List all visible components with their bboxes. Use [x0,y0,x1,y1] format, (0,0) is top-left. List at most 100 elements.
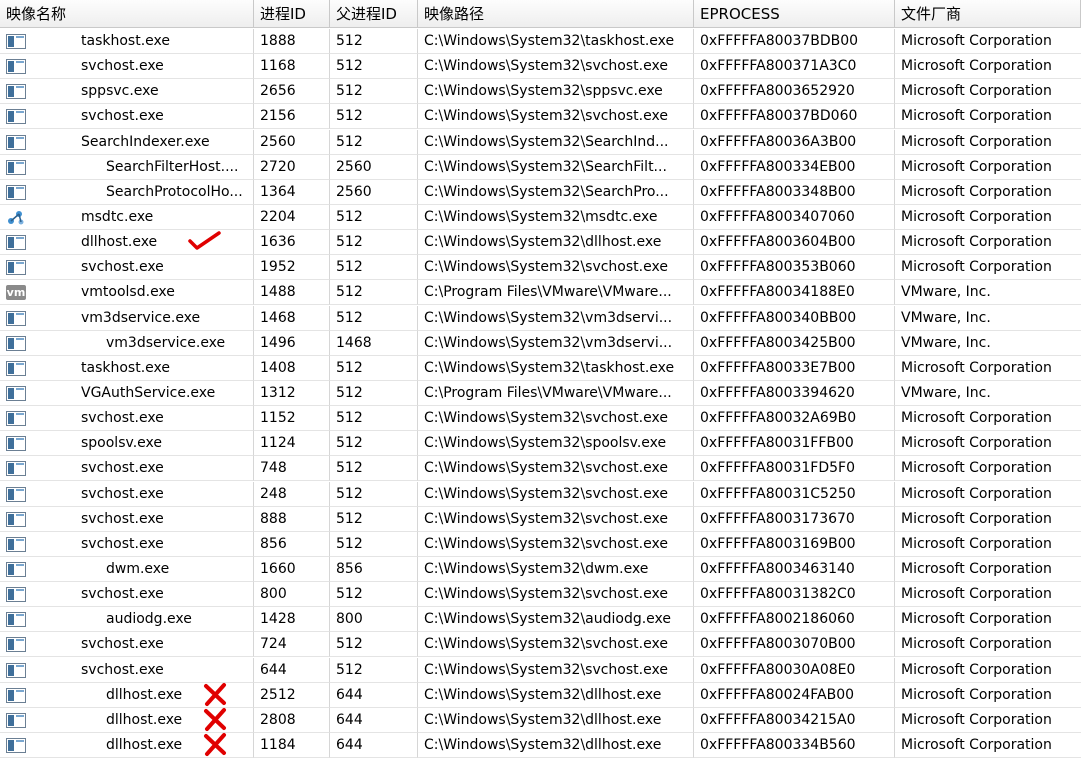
process-name: svchost.exe [81,661,164,678]
pid-cell: 1952 [254,255,330,281]
image-path-cell: C:\Windows\System32\svchost.exe [418,632,694,658]
image-path-cell: C:\Windows\System32\taskhost.exe [418,355,694,381]
vmware-icon: vm [6,285,26,301]
column-header-image-path[interactable]: 映像路径 [418,0,694,27]
table-row[interactable]: vm3dservice.exe 1496 1468 C:\Windows\System… [0,330,1081,356]
eprocess-cell: 0xFFFFFA80031FFB00 [694,431,895,457]
image-name-cell: svchost.exe [0,506,254,532]
pid-cell: 2156 [254,104,330,130]
image-path-cell: C:\Windows\System32\svchost.exe [418,54,694,80]
vendor-cell: Microsoft Corporation [895,532,1081,557]
image-name-cell: svchost.exe [0,632,254,658]
pid-cell: 1364 [254,179,330,205]
table-row[interactable]: vm vmtoolsd.exe 1488 512 C:\Program Files\VM… [0,280,1081,306]
image-name-cell: svchost.exe [0,255,254,281]
vendor-cell: Microsoft Corporation [895,658,1081,683]
table-row[interactable]: sppsvc.exe 2656 512 C:\Windows\System32\spp… [0,79,1081,105]
ppid-cell: 512 [330,481,418,507]
eprocess-cell: 0xFFFFFA8003173670 [694,506,895,532]
table-row[interactable]: svchost.exe 248 512 C:\Windows\System32\svc… [0,481,1081,507]
msdtc-icon [6,210,26,225]
table-row[interactable]: spoolsv.exe 1124 512 C:\Windows\System32\sp… [0,431,1081,457]
table-row[interactable]: svchost.exe 644 512 C:\Windows\System32\svc… [0,657,1081,683]
table-row[interactable]: SearchProtocolHo... 1364 2560 C:\Windows\Sy… [0,179,1081,205]
ppid-cell: 512 [330,255,418,281]
image-path-cell: C:\Windows\System32\dllhost.exe [418,732,694,758]
table-row[interactable]: svchost.exe 888 512 C:\Windows\System32\svc… [0,506,1081,532]
image-name-cell: dwm.exe [0,556,254,582]
process-name: dllhost.exe [81,234,158,251]
image-path-cell: C:\Windows\System32\sppsvc.exe [418,79,694,105]
image-path-cell: C:\Windows\System32\svchost.exe [418,657,694,683]
column-header-ppid[interactable]: 父进程ID [330,0,418,27]
process-name: svchost.exe [81,510,164,527]
process-name: svchost.exe [81,586,164,603]
ppid-cell: 644 [330,682,418,708]
table-row[interactable]: svchost.exe 856 512 C:\Windows\System32\svc… [0,531,1081,557]
pid-cell: 1468 [254,305,330,331]
column-header-vendor[interactable]: 文件厂商 [895,0,1081,27]
column-header-eprocess[interactable]: EPROCESS [694,0,895,27]
column-header-pid[interactable]: 进程ID [254,0,330,27]
eprocess-cell: 0xFFFFFA800371A3C0 [694,54,895,80]
table-row[interactable]: svchost.exe 1168 512 C:\Windows\System32\sv… [0,54,1081,80]
vendor-cell: VMware, Inc. [895,306,1081,331]
table-row[interactable]: msdtc.exe 2204 512 C:\Windows\System32\msdt… [0,204,1081,230]
table-row[interactable]: vm3dservice.exe 1468 512 C:\Windows\System3… [0,305,1081,331]
process-name: taskhost.exe [81,359,170,376]
process-name: svchost.exe [81,636,164,653]
image-name-cell: audiodg.exe [0,607,254,633]
table-row[interactable]: dllhost.exe 1636 512 C:\Windows\System32\dl… [0,230,1081,256]
table-row[interactable]: taskhost.exe 1888 512 C:\Windows\System32\t… [0,29,1081,54]
column-header-image-name[interactable]: 映像名称 [0,0,254,27]
ppid-cell: 512 [330,280,418,306]
process-name: msdtc.exe [81,208,154,225]
application-window-icon [6,587,26,603]
table-row[interactable]: audiodg.exe 1428 800 C:\Windows\System32\au… [0,607,1081,633]
ppid-cell: 2560 [330,154,418,180]
vendor-cell: Microsoft Corporation [895,406,1081,432]
vendor-cell: Microsoft Corporation [895,456,1081,482]
image-path-cell: C:\Windows\System32\dllhost.exe [418,682,694,708]
ppid-cell: 512 [330,406,418,432]
vendor-cell: Microsoft Corporation [895,557,1081,582]
table-row[interactable]: dllhost.exe 2808 644 C:\Windows\System32\dl… [0,707,1081,733]
vendor-cell: Microsoft Corporation [895,582,1081,608]
process-name: dllhost.exe [106,736,183,753]
ppid-cell: 512 [330,79,418,105]
image-path-cell: C:\Windows\System32\dllhost.exe [418,230,694,256]
image-path-cell: C:\Windows\System32\svchost.exe [418,255,694,281]
image-path-cell: C:\Windows\System32\svchost.exe [418,531,694,557]
process-name: SearchIndexer.exe [81,133,210,150]
application-window-icon [6,561,26,577]
process-list: 映像名称 进程ID 父进程ID 映像路径 EPROCESS 文件厂商 taskh… [0,0,1081,758]
table-row[interactable]: svchost.exe 1952 512 C:\Windows\System32\sv… [0,255,1081,281]
table-row[interactable]: VGAuthService.exe 1312 512 C:\Program Files… [0,380,1081,406]
image-path-cell: C:\Windows\System32\vm3dservi... [418,330,694,356]
table-row[interactable]: dllhost.exe 1184 644 C:\Windows\System32\dl… [0,732,1081,758]
ppid-cell: 512 [330,355,418,381]
ppid-cell: 512 [330,380,418,406]
image-path-cell: C:\Windows\System32\svchost.exe [418,506,694,532]
table-row[interactable]: taskhost.exe 1408 512 C:\Windows\System32\t… [0,355,1081,381]
vendor-cell: Microsoft Corporation [895,230,1081,256]
ppid-cell: 512 [330,104,418,130]
table-row[interactable]: svchost.exe 800 512 C:\Windows\System32\svc… [0,582,1081,608]
pid-cell: 724 [254,632,330,658]
application-window-icon [6,159,26,175]
table-row[interactable]: svchost.exe 1152 512 C:\Windows\System32\sv… [0,406,1081,432]
pid-cell: 1428 [254,607,330,633]
ppid-cell: 512 [330,204,418,230]
table-row[interactable]: SearchIndexer.exe 2560 512 C:\Windows\Syste… [0,129,1081,155]
table-row[interactable]: svchost.exe 748 512 C:\Windows\System32\svc… [0,456,1081,482]
table-row[interactable]: svchost.exe 2156 512 C:\Windows\System32\sv… [0,104,1081,130]
application-window-icon [6,637,26,653]
table-row[interactable]: SearchFilterHost.... 2720 2560 C:\Windows\S… [0,154,1081,180]
image-name-cell: taskhost.exe [0,29,254,54]
table-row[interactable]: dwm.exe 1660 856 C:\Windows\System32\dwm.ex… [0,556,1081,582]
table-row[interactable]: svchost.exe 724 512 C:\Windows\System32\svc… [0,632,1081,658]
image-name-cell: SearchFilterHost.... [0,154,254,180]
pid-cell: 2204 [254,204,330,230]
application-window-icon [6,486,26,502]
table-row[interactable]: dllhost.exe 2512 644 C:\Windows\System32\dl… [0,682,1081,708]
